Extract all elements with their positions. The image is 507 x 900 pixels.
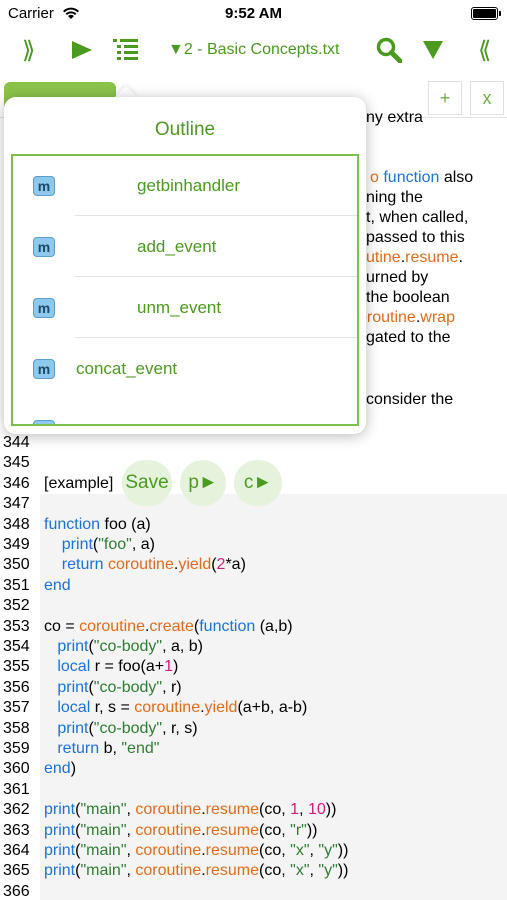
line-number: 348 [3,515,30,533]
outline-item[interactable]: m getbinhandler [13,156,357,216]
outline-item[interactable]: m [13,400,357,424]
code-line: print("main", coroutine.resume(co, "r")) [44,821,318,839]
code-line: end [44,576,71,594]
prose-line: ny extra [366,109,423,126]
outline-item[interactable]: m concat_event [13,339,357,399]
prose-line: urned by [366,269,429,286]
code-line: co = coroutine.create(function (a,b) [44,617,293,635]
code-line: print("main", coroutine.resume(co, 1, 10… [44,801,337,819]
line-number: 353 [3,617,30,635]
file-title[interactable]: ▼2 - Basic Concepts.txt [168,41,339,59]
divider [75,337,357,338]
method-badge-icon: m [33,420,55,424]
method-badge-icon: m [33,176,55,196]
divider [75,215,357,216]
outline-list[interactable]: m getbinhandler m add_event m unm_event m conca… [11,154,359,426]
code-line: local r = foo(a+1) [57,658,179,676]
line-number: 346 [3,474,30,492]
line-number: 347 [3,495,30,513]
outline-item[interactable]: m unm_event [13,278,357,338]
collapse-icon[interactable]: ⟪ [478,36,491,65]
line-number: 363 [3,821,30,839]
outline-item-label: add_event [137,237,217,256]
line-number: 352 [3,597,30,615]
run-c-button[interactable]: c► [234,460,282,506]
prose-line: consider the [366,391,454,408]
line-number: 362 [3,801,30,819]
code-line: return coroutine.yield(2*a) [61,556,246,574]
clock: 9:52 AM [225,5,282,22]
code-line: return b, "end" [57,740,160,757]
line-number: 360 [3,760,30,778]
method-badge-icon: m [33,237,55,257]
method-badge-icon: m [33,298,55,318]
add-tab-button[interactable]: + [428,81,462,115]
code-line: function foo (a) [44,515,151,533]
prose-line: o function also [370,169,474,186]
prose-line: passed to this [366,229,465,246]
code-line: end) [44,760,77,778]
outline-popover: Outline m getbinhandler m add_event m unm_eve… [4,97,366,434]
code-line: print("foo", a) [61,536,155,553]
popover-title: Outline [154,119,216,140]
outline-item[interactable]: m add_event [13,217,357,277]
expand-icon[interactable]: ⟫ [22,36,35,65]
run-icon[interactable] [70,40,94,65]
example-label: [example] [44,475,114,492]
battery-icon [471,7,501,20]
status-bar: Carrier 9:52 AM [0,0,507,28]
outline-item-label: getbinhandler [137,176,241,195]
prose-line: utine.resume. [366,249,463,266]
line-number: 350 [3,556,30,574]
line-number: 365 [3,862,30,880]
line-number: 356 [3,678,30,696]
prose-line: t, when called, [366,209,469,226]
search-icon[interactable] [376,37,403,68]
code-line: print("co-body", a, b) [57,638,203,655]
prose-line: oroutine.wrap [358,309,455,326]
line-number: 357 [3,699,30,717]
code-line: local r, s = coroutine.yield(a+b, a-b) [57,699,308,717]
code-line: print("co-body", r, s) [57,719,198,737]
outline-item-label: concat_event [76,359,178,378]
outline-item-label: unm_event [137,298,222,317]
prose-line: the boolean [366,289,450,306]
line-number: 366 [3,882,30,900]
line-number: 354 [3,638,30,655]
code-line: print("co-body", r) [57,678,182,696]
save-button[interactable]: Save [122,460,172,506]
divider [75,276,357,277]
close-tab-button[interactable]: x [470,81,504,115]
line-number: 349 [3,536,30,553]
method-badge-icon: m [33,359,55,379]
line-number: 344 [3,434,30,451]
line-number: 364 [3,842,30,859]
prose-line: ning the [366,189,423,206]
line-number: 361 [3,780,30,798]
line-number: 359 [3,740,30,757]
prose-line: gated to the [366,329,451,346]
line-number: 355 [3,658,30,676]
line-number: 345 [3,454,30,472]
line-number: 358 [3,719,30,737]
dropdown-triangle-icon[interactable] [422,40,444,65]
line-number: 351 [3,576,30,594]
toolbar: ⟫ ▼2 - Basic Concepts.txt ⟪ [0,28,507,74]
code-line: print("main", coroutine.resume(co, "x", … [44,842,349,859]
run-p-button[interactable]: p► [180,460,226,506]
outline-list-icon[interactable] [112,38,140,67]
code-line: print("main", coroutine.resume(co, "x", … [44,862,349,880]
